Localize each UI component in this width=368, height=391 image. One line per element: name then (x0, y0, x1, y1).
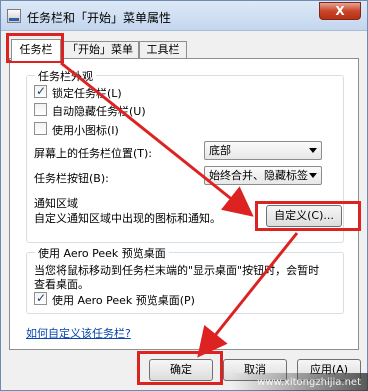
lock-taskbar-checkbox[interactable] (34, 84, 47, 98)
aero-peek-group-title: 使用 Aero Peek 预览桌面 (35, 245, 169, 261)
window-title: 任务栏和「开始」菜单属性 (27, 11, 172, 25)
properties-dialog: 任务栏和「开始」菜单属性 X 任务栏 「开始」菜单 工具栏 任务栏外观 锁定任务… (0, 0, 368, 391)
aero-peek-checkbox[interactable] (34, 291, 47, 305)
buttons-value: 始终合并、隐藏标签 (209, 169, 308, 182)
aero-peek-description-2: 查看桌面。 (34, 278, 89, 291)
notification-group-title: 通知区域 (34, 197, 78, 210)
chevron-down-icon (309, 148, 317, 153)
appearance-group-title: 任务栏外观 (35, 68, 96, 84)
buttons-label: 任务栏按钮(B): (34, 172, 109, 185)
position-select[interactable]: 底部 (204, 141, 322, 160)
small-icons-label: 使用小图标(I) (52, 124, 119, 137)
customize-button[interactable]: 自定义(C)... (266, 205, 342, 227)
tab-taskbar[interactable]: 任务栏 (11, 39, 61, 61)
help-link[interactable]: 如何自定义该任务栏? (26, 325, 131, 341)
aero-peek-label: 使用 Aero Peek 预览桌面(P) (52, 294, 195, 307)
position-label: 屏幕上的任务栏位置(T): (34, 147, 153, 160)
autohide-checkbox[interactable] (34, 103, 47, 116)
tab-toolbars[interactable]: 工具栏 (139, 41, 187, 59)
tab-panel: 任务栏外观 锁定任务栏(L) 自动隐藏任务栏(U) 使用小图标(I) 屏幕上的任… (9, 58, 359, 350)
chevron-down-icon (309, 173, 317, 178)
buttons-select[interactable]: 始终合并、隐藏标签 (204, 166, 322, 185)
lock-taskbar-label: 锁定任务栏(L) (52, 87, 122, 100)
taskbar-app-icon (7, 9, 21, 23)
title-bar: 任务栏和「开始」菜单属性 X (1, 1, 367, 31)
close-button[interactable]: X (319, 2, 361, 20)
notification-description: 自定义通知区域中出现的图标和通知。 (34, 212, 221, 225)
position-value: 底部 (209, 144, 231, 157)
ok-button[interactable]: 确定 (149, 359, 213, 381)
watermark: www.xitongzhijia.net (231, 373, 368, 391)
tab-start-menu[interactable]: 「开始」菜单 (61, 41, 139, 59)
autohide-label: 自动隐藏任务栏(U) (52, 105, 146, 118)
small-icons-checkbox[interactable] (34, 122, 47, 135)
